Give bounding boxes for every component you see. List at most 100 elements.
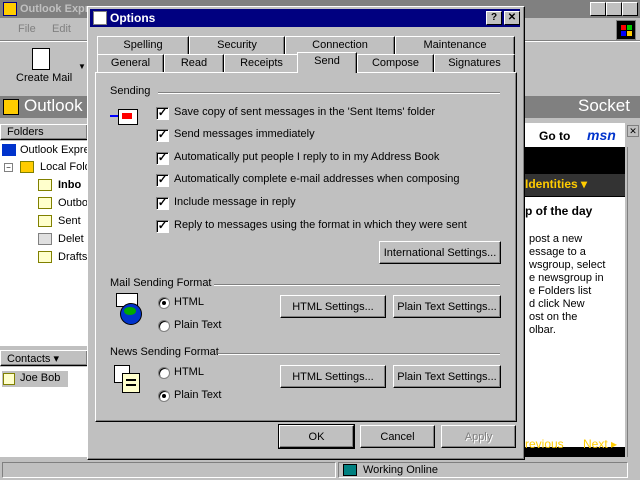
collapse-icon[interactable]: − xyxy=(4,163,13,172)
contact-item[interactable]: Joe Bob xyxy=(2,371,68,387)
mail-plain-text-label[interactable]: Plain Text xyxy=(174,319,222,331)
news-plain-text-radio[interactable] xyxy=(158,390,170,402)
auto-complete-checkbox[interactable]: ✓ xyxy=(156,174,169,187)
tip-text: post a new essage to a wsgroup, select e… xyxy=(529,233,605,337)
options-icon xyxy=(93,11,107,25)
tab-compose[interactable]: Compose xyxy=(357,54,434,73)
include-message-checkbox[interactable]: ✓ xyxy=(156,197,169,210)
tree-item-local-folders[interactable]: − Local Folde xyxy=(2,159,97,176)
news-format-group-label: News Sending Format xyxy=(110,346,219,358)
news-plain-text-settings-label: Plain Text Settings... xyxy=(397,370,497,383)
mail-html-radio[interactable] xyxy=(158,297,170,309)
tip-box: p of the day post a new essage to a wsgr… xyxy=(525,197,625,447)
mail-html-settings-label: HTML Settings... xyxy=(292,300,374,313)
reply-format-checkbox[interactable]: ✓ xyxy=(156,220,169,233)
status-panel-online: Working Online xyxy=(338,462,628,478)
tree-item-inbox[interactable]: Inbo xyxy=(38,177,81,194)
tree-item-label: Drafts xyxy=(58,251,88,263)
save-copy-label[interactable]: Save copy of sent messages in the 'Sent … xyxy=(174,106,435,118)
tab-read[interactable]: Read xyxy=(164,54,224,73)
dialog-close-button[interactable]: ✕ xyxy=(504,11,520,25)
cancel-button[interactable]: Cancel xyxy=(360,425,435,448)
tree-item-outlook-express[interactable]: Outlook Expre xyxy=(2,142,90,159)
news-html-label[interactable]: HTML xyxy=(174,366,204,378)
menu-file[interactable]: File xyxy=(18,23,36,35)
right-pane-close-icon[interactable]: ✕ xyxy=(627,125,639,137)
sending-group-label: Sending xyxy=(110,85,151,97)
include-message-label[interactable]: Include message in reply xyxy=(174,196,296,208)
identities-bar[interactable]: Identities ▾ xyxy=(525,174,625,196)
minimize-button[interactable]: _ xyxy=(590,2,606,16)
apply-button[interactable]: Apply xyxy=(441,425,516,448)
send-immediately-label[interactable]: Send messages immediately xyxy=(174,128,315,140)
outlook-app-icon xyxy=(3,2,17,16)
tree-item-sent[interactable]: Sent xyxy=(38,213,81,230)
news-plain-text-settings-button[interactable]: Plain Text Settings... xyxy=(393,365,501,388)
apply-label: Apply xyxy=(464,430,493,443)
mail-html-label[interactable]: HTML xyxy=(174,296,204,308)
tree-item-label: Outbo xyxy=(58,197,88,209)
contacts-header[interactable]: Contacts ▾ xyxy=(0,350,88,366)
tip-pane: Identities ▾ p of the day post a new ess… xyxy=(525,147,625,457)
mail-plain-text-settings-label: Plain Text Settings... xyxy=(397,300,497,313)
tip-line: d click New xyxy=(529,298,585,310)
tab-general[interactable]: General xyxy=(97,54,164,73)
tip-line: ost on the xyxy=(529,311,578,323)
tree-item-drafts[interactable]: Drafts xyxy=(38,249,87,266)
save-copy-checkbox[interactable]: ✓ xyxy=(156,107,169,120)
create-mail-button[interactable]: Create Mail ▼ xyxy=(4,44,86,90)
tab-spelling[interactable]: Spelling xyxy=(97,36,189,55)
outlook-icon xyxy=(2,144,16,156)
dialog-title: Options xyxy=(110,11,156,25)
computer-icon xyxy=(343,464,357,476)
tab-receipts[interactable]: Receipts xyxy=(224,54,299,73)
international-settings-label: International Settings... xyxy=(383,246,497,259)
main-close-button[interactable]: ✕ xyxy=(622,2,638,16)
help-button[interactable]: ? xyxy=(486,11,502,25)
tab-send[interactable]: Send xyxy=(297,52,357,73)
dialog-titlebar: Options ? ✕ xyxy=(90,9,520,27)
international-settings-button[interactable]: International Settings... xyxy=(379,241,501,264)
deleted-icon xyxy=(38,233,52,245)
news-html-settings-button[interactable]: HTML Settings... xyxy=(280,365,386,388)
goto-label: Go to xyxy=(539,129,571,143)
tree-item-label: Sent xyxy=(58,215,81,227)
send-immediately-checkbox[interactable]: ✓ xyxy=(156,129,169,142)
create-mail-label: Create Mail xyxy=(16,72,73,84)
tree-item-outbox[interactable]: Outbo xyxy=(38,195,88,212)
tab-maintenance[interactable]: Maintenance xyxy=(395,36,515,55)
sending-group-divider xyxy=(158,92,500,94)
news-html-radio[interactable] xyxy=(158,367,170,379)
next-link[interactable]: Next ▸ xyxy=(583,437,617,451)
ok-label: OK xyxy=(308,430,325,443)
folder-bar-right-title: Socket xyxy=(578,96,630,115)
tab-signatures[interactable]: Signatures xyxy=(434,54,515,73)
main-window-title: Outlook Expr xyxy=(20,3,90,15)
auto-address-book-checkbox[interactable]: ✓ xyxy=(156,152,169,165)
mail-plain-text-radio[interactable] xyxy=(158,320,170,332)
reply-format-label[interactable]: Reply to messages using the format in wh… xyxy=(174,219,467,231)
auto-complete-label[interactable]: Automatically complete e-mail addresses … xyxy=(174,173,460,185)
mail-plain-text-settings-button[interactable]: Plain Text Settings... xyxy=(393,295,501,318)
folder-tree: Outlook Expre − Local Folde Inbo Outbo S… xyxy=(0,141,97,346)
tip-line: post a new xyxy=(529,233,583,245)
chevron-down-icon[interactable]: ▼ xyxy=(78,62,86,71)
right-pane-scrollbar[interactable] xyxy=(627,147,639,457)
tree-item-label: Outlook Expre xyxy=(20,144,90,156)
sent-icon xyxy=(38,215,52,227)
ok-button[interactable]: OK xyxy=(278,424,355,449)
folders-header: Folders xyxy=(0,124,88,140)
menu-edit[interactable]: Edit xyxy=(52,23,71,35)
mail-html-settings-button[interactable]: HTML Settings... xyxy=(280,295,386,318)
new-mail-icon xyxy=(32,48,50,70)
tree-item-deleted[interactable]: Delet xyxy=(38,231,84,248)
auto-address-book-label[interactable]: Automatically put people I reply to in m… xyxy=(174,151,439,163)
msn-logo[interactable]: msn xyxy=(587,127,616,143)
folder-bar-icon xyxy=(3,99,19,115)
previous-link[interactable]: revious xyxy=(525,437,564,451)
tip-line: wsgroup, select xyxy=(529,259,606,271)
restore-button[interactable]: ❐ xyxy=(606,2,622,16)
news-plain-text-label[interactable]: Plain Text xyxy=(174,389,222,401)
tab-security[interactable]: Security xyxy=(189,36,285,55)
msn-header: Go to msn xyxy=(525,123,625,147)
